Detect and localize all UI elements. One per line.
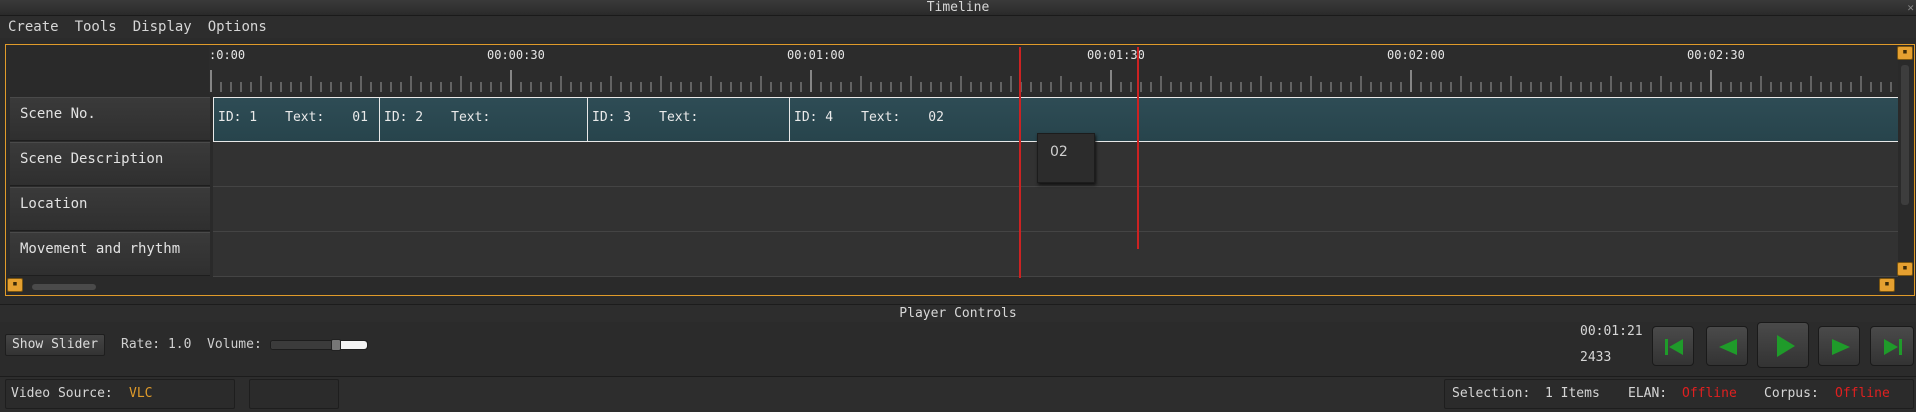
ruler-label-120: 00:02:00 — [1387, 48, 1445, 62]
rewind-icon — [1719, 339, 1737, 355]
segment-id: ID: 3 — [592, 110, 632, 125]
zoom-out-button[interactable]: ▪ — [1897, 262, 1913, 276]
video-source-value: VLC — [129, 386, 153, 401]
vertical-scrollbar[interactable] — [1898, 51, 1912, 277]
timeline-panel: :0:00 00:00:30 00:01:00 00:01:30 00:02:0… — [5, 44, 1915, 296]
cursor-line[interactable] — [1137, 47, 1139, 249]
segment-text-label: Text: — [861, 110, 901, 125]
window-title-bar: Timeline ✕ — [0, 0, 1916, 16]
segment-4[interactable]: ID: 4 Text: 02 — [789, 97, 1899, 142]
player-controls: Show Slider Rate: 1.0 Volume: 00:01:21 2… — [0, 322, 1916, 374]
track-movement-rhythm[interactable] — [213, 232, 1899, 277]
fast-forward-icon — [1832, 339, 1850, 355]
segment-text-label: Text: — [451, 110, 491, 125]
track-label-movement-rhythm[interactable]: Movement and rhythm — [10, 232, 210, 276]
segment-id: ID: 2 — [384, 110, 424, 125]
horizontal-scrollbar[interactable] — [28, 282, 1888, 292]
video-source-label: Video Source: — [11, 386, 113, 401]
elan-label: ELAN: — [1628, 386, 1668, 401]
ruler-label-150: 00:02:30 — [1687, 48, 1745, 62]
segment-value: 01 — [352, 110, 368, 125]
time-ruler[interactable]: :0:00 00:00:30 00:01:00 00:01:30 00:02:0… — [209, 46, 1899, 94]
volume-slider[interactable] — [270, 339, 368, 351]
window-title: Timeline — [926, 0, 990, 15]
play-icon — [1777, 335, 1795, 357]
menu-bar: Create Tools Display Options — [0, 16, 1916, 38]
timecode-display: 00:01:21 — [1580, 324, 1643, 339]
menu-create[interactable]: Create — [0, 19, 67, 35]
zoom-in-button[interactable]: ▪ — [1897, 46, 1913, 60]
scroll-left-button[interactable]: ▪ — [7, 278, 23, 292]
volume-label: Volume: — [207, 337, 262, 352]
volume-slider-handle[interactable] — [331, 339, 341, 351]
skip-to-end-button[interactable] — [1870, 326, 1914, 366]
menu-display[interactable]: Display — [125, 19, 200, 35]
segment-id: ID: 1 — [218, 110, 258, 125]
menu-options[interactable]: Options — [200, 19, 275, 35]
segment-text-label: Text: — [659, 110, 699, 125]
ruler-label-0: :0:00 — [209, 48, 246, 62]
corpus-status: Offline — [1835, 386, 1890, 401]
show-slider-button[interactable]: Show Slider — [5, 334, 105, 356]
skip-to-start-icon — [1665, 339, 1683, 355]
hover-tooltip: 02 — [1037, 133, 1095, 183]
elan-status: Offline — [1682, 386, 1737, 401]
skip-to-start-button[interactable] — [1652, 326, 1694, 366]
segment-text-label: Text: — [285, 110, 325, 125]
volume-slider-fill — [271, 341, 336, 349]
segment-value: 02 — [928, 110, 944, 125]
segment-1[interactable]: ID: 1 Text: 01 — [213, 97, 380, 142]
track-label-scene-no[interactable]: Scene No. — [10, 97, 210, 141]
rewind-button[interactable] — [1706, 326, 1748, 366]
selection-value: 1 Items — [1545, 386, 1600, 401]
selection-label: Selection: — [1452, 386, 1531, 401]
ruler-label-60: 00:01:00 — [787, 48, 845, 62]
close-icon[interactable]: ✕ — [1907, 0, 1914, 16]
player-controls-title: Player Controls — [0, 304, 1916, 322]
play-button[interactable] — [1757, 322, 1809, 368]
corpus-label: Corpus: — [1764, 386, 1819, 401]
segment-id: ID: 4 — [794, 110, 834, 125]
playback-rate[interactable]: Rate: 1.0 — [121, 337, 191, 352]
skip-to-end-icon — [1884, 339, 1902, 355]
volume-slider-remaining — [341, 341, 367, 349]
status-bar: Video Source: VLC Selection: 1 Items ELA… — [0, 376, 1916, 412]
track-label-location[interactable]: Location — [10, 187, 210, 231]
status-empty-box — [249, 379, 339, 409]
frame-counter: 2433 — [1580, 350, 1612, 365]
track-location[interactable] — [213, 187, 1899, 232]
fast-forward-button[interactable] — [1818, 326, 1860, 366]
horizontal-scroll-thumb[interactable] — [32, 284, 96, 290]
vertical-scroll-thumb[interactable] — [1901, 65, 1909, 205]
playhead-line[interactable] — [1019, 47, 1021, 278]
ruler-label-30: 00:00:30 — [487, 48, 545, 62]
ruler-ticks — [210, 70, 1892, 92]
track-label-scene-description[interactable]: Scene Description — [10, 142, 210, 186]
segment-2[interactable]: ID: 2 Text: — [379, 97, 588, 142]
menu-tools[interactable]: Tools — [67, 19, 125, 35]
segment-3[interactable]: ID: 3 Text: — [587, 97, 790, 142]
